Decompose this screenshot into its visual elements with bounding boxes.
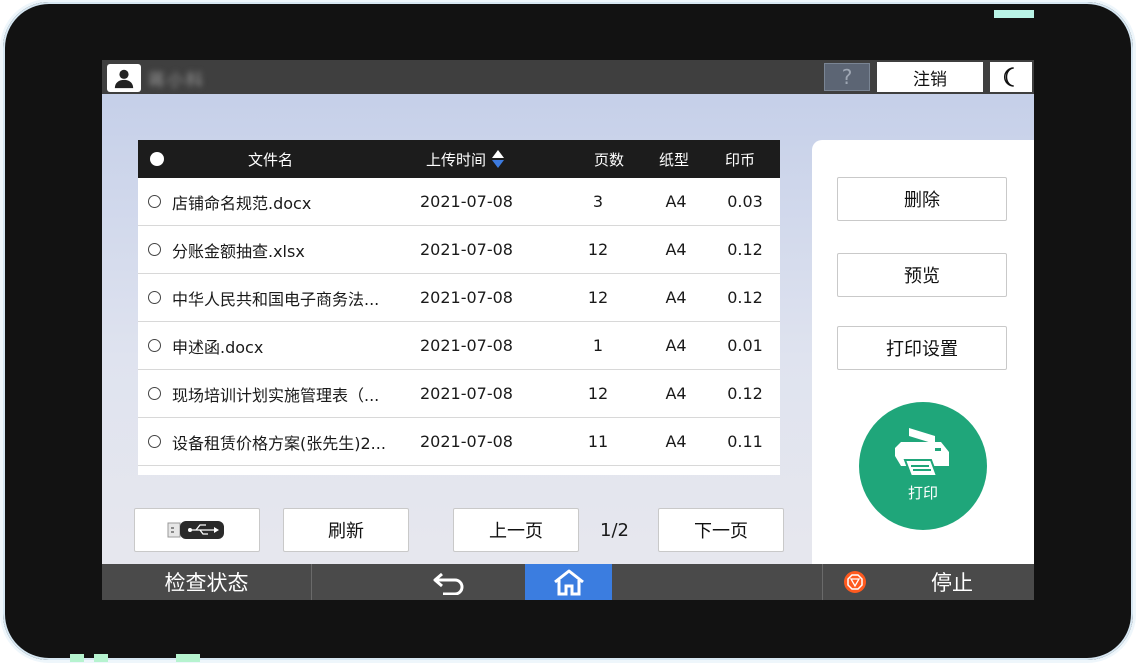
table-row[interactable]: 申述函.docx 2021-07-08 1 A4 0.01 xyxy=(138,322,780,370)
stop-icon[interactable] xyxy=(844,571,866,593)
header-filename: 文件名 xyxy=(248,150,294,169)
page-count: 11 xyxy=(587,432,609,451)
print-button[interactable]: 打印 xyxy=(859,402,987,530)
paper-size: A4 xyxy=(665,240,687,259)
file-table: 文件名 上传时间 页数 纸型 印币 店铺命名规范.docx 2021-07-08… xyxy=(138,140,780,475)
row-radio[interactable] xyxy=(148,226,161,273)
header-coins: 印币 xyxy=(725,150,756,169)
paper-size: A4 xyxy=(665,192,687,211)
coin-cost: 0.03 xyxy=(727,192,763,211)
coin-cost: 0.12 xyxy=(727,240,763,259)
user-icon[interactable] xyxy=(107,64,141,92)
header-upload-time-label: 上传时间 xyxy=(426,150,487,169)
file-name: 申述函.docx xyxy=(172,337,264,357)
usb-button[interactable] xyxy=(134,508,260,552)
paper-size: A4 xyxy=(665,432,687,451)
check-status-button[interactable]: 检查状态 xyxy=(102,564,312,600)
table-row[interactable]: 分账金额抽查.xlsx 2021-07-08 12 A4 0.12 xyxy=(138,226,780,274)
indicator-light xyxy=(94,654,108,662)
refresh-button[interactable]: 刷新 xyxy=(283,508,409,552)
night-mode-button[interactable] xyxy=(990,62,1032,92)
back-arrow-icon xyxy=(433,572,464,595)
file-name: 分账金额抽查.xlsx xyxy=(172,241,305,261)
page-indicator: 1/2 xyxy=(600,520,629,541)
page-count: 12 xyxy=(587,288,609,307)
coin-cost: 0.01 xyxy=(727,336,763,355)
indicator-light xyxy=(994,10,1034,18)
file-name: 现场培训计划实施管理表（... xyxy=(172,385,380,405)
page-count: 1 xyxy=(592,336,604,355)
preview-button[interactable]: 预览 xyxy=(837,253,1007,297)
file-name: 中华人民共和国电子商务法... xyxy=(172,289,380,309)
row-radio[interactable] xyxy=(148,178,161,225)
sort-icon[interactable] xyxy=(492,148,505,170)
paper-size: A4 xyxy=(665,288,687,307)
file-name: 设备租赁价格方案(张先生)2... xyxy=(172,433,386,453)
upload-time: 2021-07-08 xyxy=(420,432,513,451)
page-count: 3 xyxy=(592,192,604,211)
paper-size: A4 xyxy=(665,384,687,403)
header-pages: 页数 xyxy=(594,150,625,169)
select-all-radio[interactable] xyxy=(150,140,164,178)
table-row[interactable]: 设备租赁价格方案(张先生)2... 2021-07-08 11 A4 0.11 xyxy=(138,418,780,466)
next-page-button[interactable]: 下一页 xyxy=(658,508,784,552)
row-radio[interactable] xyxy=(148,322,161,369)
touch-screen: 蒋小科 ? 注销 文件名 上传时间 页数 纸型 印币 店铺命名规范.docx 2… xyxy=(102,60,1034,600)
delete-button[interactable]: 删除 xyxy=(837,177,1007,221)
header-paper: 纸型 xyxy=(659,150,690,169)
row-radio[interactable] xyxy=(148,418,161,465)
page-count: 12 xyxy=(587,384,609,403)
upload-time: 2021-07-08 xyxy=(420,288,513,307)
usb-icon xyxy=(167,521,224,539)
printer-icon xyxy=(895,427,949,477)
file-name: 店铺命名规范.docx xyxy=(172,193,312,213)
prev-page-button[interactable]: 上一页 xyxy=(453,508,579,552)
help-button[interactable]: ? xyxy=(824,63,870,91)
moon-icon xyxy=(1003,67,1014,87)
print-label: 打印 xyxy=(907,483,938,502)
logout-button[interactable]: 注销 xyxy=(877,62,983,92)
row-radio[interactable] xyxy=(148,274,161,321)
coin-cost: 0.12 xyxy=(727,384,763,403)
upload-time: 2021-07-08 xyxy=(420,240,513,259)
coin-cost: 0.12 xyxy=(727,288,763,307)
action-panel: 删除 预览 打印设置 打印 xyxy=(812,140,1034,564)
table-row[interactable]: 现场培训计划实施管理表（... 2021-07-08 12 A4 0.12 xyxy=(138,370,780,418)
home-icon xyxy=(553,569,584,596)
page-count: 12 xyxy=(587,240,609,259)
home-button[interactable] xyxy=(525,564,612,600)
table-header: 文件名 上传时间 页数 纸型 印币 xyxy=(138,140,780,178)
upload-time: 2021-07-08 xyxy=(420,192,513,211)
back-button[interactable] xyxy=(402,564,498,600)
upload-time: 2021-07-08 xyxy=(420,384,513,403)
username: 蒋小科 xyxy=(148,71,205,91)
table-row[interactable]: 中华人民共和国电子商务法... 2021-07-08 12 A4 0.12 xyxy=(138,274,780,322)
upload-time: 2021-07-08 xyxy=(420,336,513,355)
coin-cost: 0.11 xyxy=(727,432,763,451)
indicator-light xyxy=(70,654,84,662)
table-row[interactable]: 店铺命名规范.docx 2021-07-08 3 A4 0.03 xyxy=(138,178,780,226)
header-upload-time[interactable]: 上传时间 xyxy=(426,140,505,178)
bottom-bar: 检查状态 停止 xyxy=(102,564,1034,600)
row-radio[interactable] xyxy=(148,370,161,417)
print-settings-button[interactable]: 打印设置 xyxy=(837,326,1007,370)
stop-button[interactable]: 停止 xyxy=(902,564,1002,600)
top-bar: 蒋小科 ? 注销 xyxy=(102,60,1034,94)
indicator-light xyxy=(176,654,200,662)
divider xyxy=(822,564,823,600)
paper-size: A4 xyxy=(665,336,687,355)
